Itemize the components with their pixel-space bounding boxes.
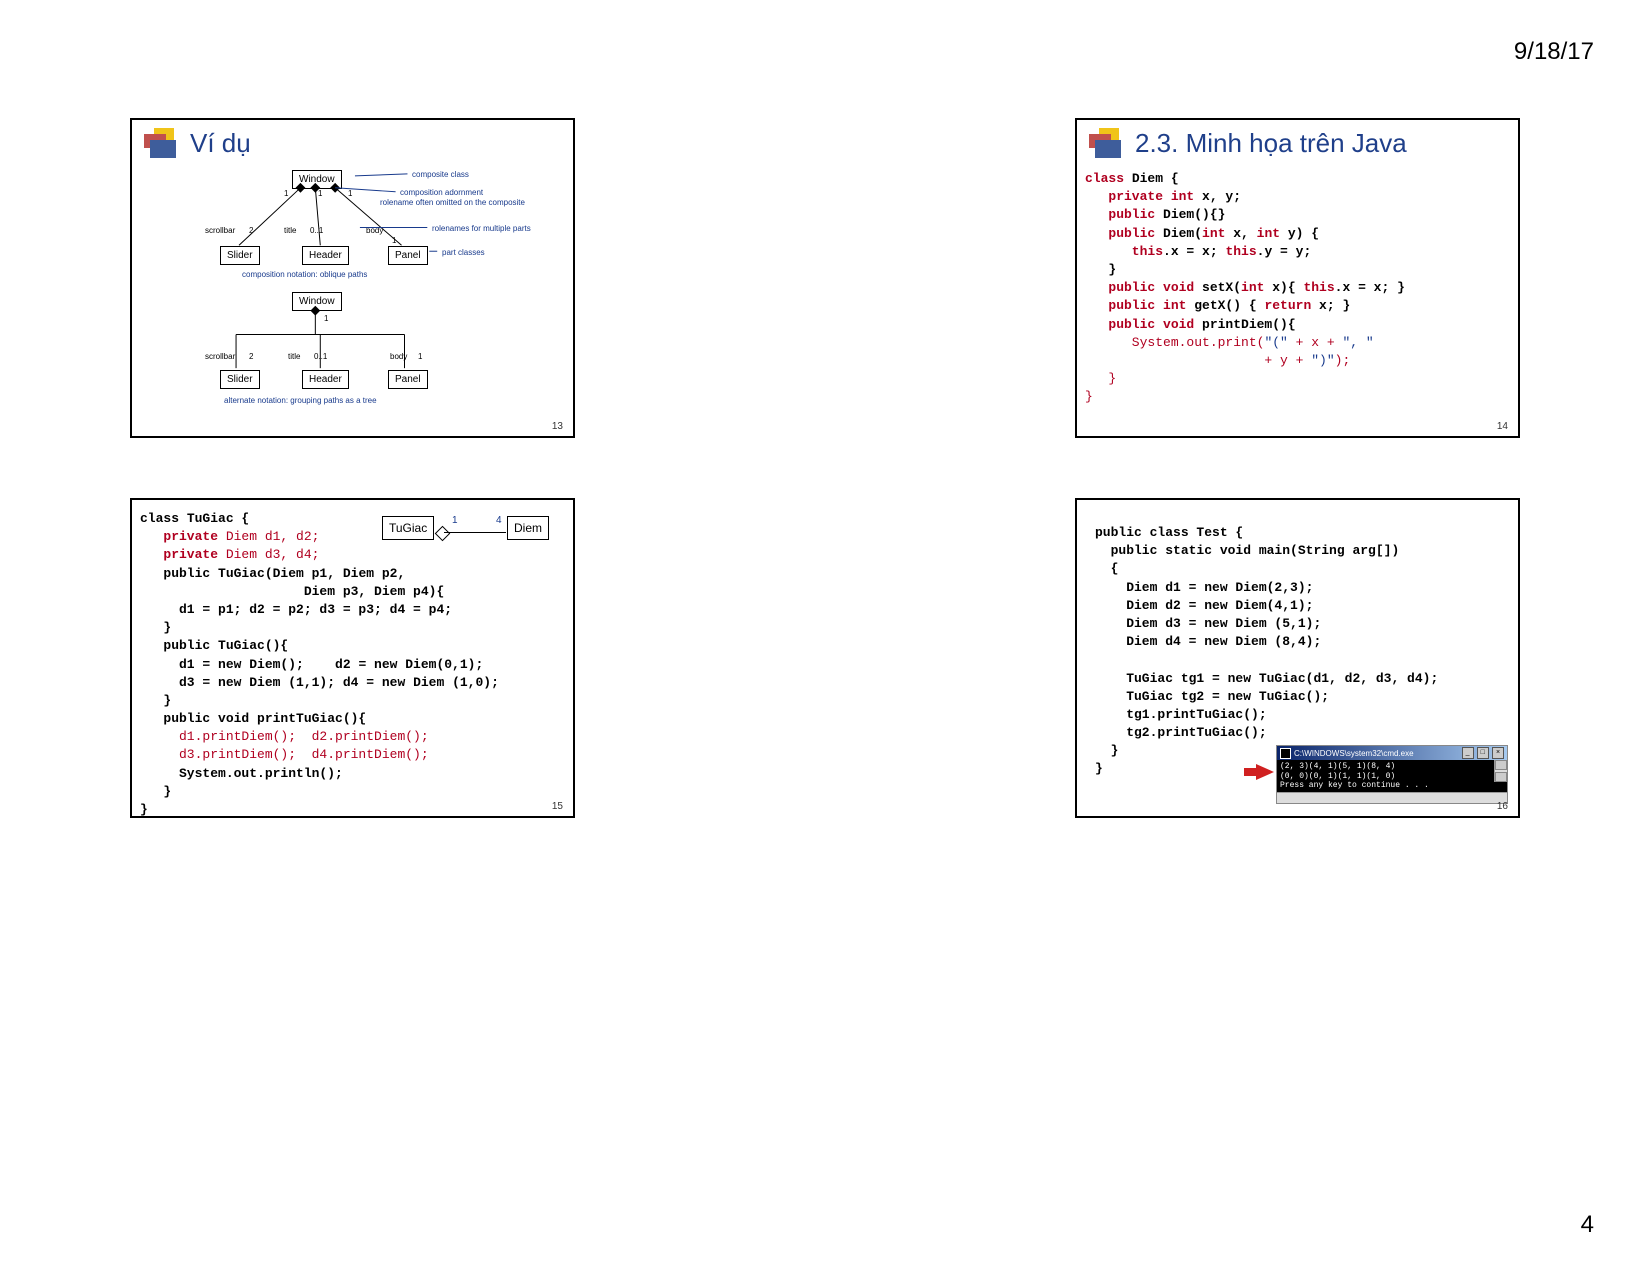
- minimize-icon[interactable]: _: [1462, 747, 1474, 759]
- uml-tugiac-diem: TuGiac 1 4 Diem: [382, 516, 557, 548]
- uml-diagram: Window Slider Header Panel scrollbar 2 t…: [132, 166, 573, 436]
- composition-diamond-icon: [435, 526, 451, 542]
- window-buttons: _ □ ×: [1461, 747, 1504, 759]
- role-body-1: body: [366, 226, 383, 235]
- role-title-2: title: [288, 352, 300, 361]
- uml-panel-1: Panel: [388, 246, 428, 265]
- uml-slider-2: Slider: [220, 370, 260, 389]
- cmd-titlebar: C:\WINDOWS\system32\cmd.exe _ □ ×: [1277, 746, 1507, 760]
- mult-01-2: 0..1: [314, 352, 327, 361]
- arrow-red-icon: [1256, 764, 1274, 780]
- mult-1-2: 1: [418, 352, 422, 361]
- slide-13: Ví dụ Window Slider Header Panel scrollb…: [130, 118, 575, 438]
- uml-panel-2: Panel: [388, 370, 428, 389]
- slide-13-title-bar: Ví dụ: [132, 120, 573, 166]
- assoc-line-icon: [444, 532, 506, 533]
- role-scrollbar-1: scrollbar: [205, 226, 235, 235]
- cmd-icon: [1280, 748, 1291, 759]
- close-icon[interactable]: ×: [1492, 747, 1504, 759]
- role-body-2: body: [390, 352, 407, 361]
- title-motif-icon: [144, 128, 180, 158]
- slide-13-title: Ví dụ: [190, 128, 251, 159]
- uml-window-bottom: Window: [292, 292, 342, 311]
- mult-2-2: 2: [249, 352, 253, 361]
- mult-1: 1: [452, 515, 458, 526]
- cmd-output: (2, 3)(4, 1)(5, 1)(8, 4) (0, 0)(0, 1)(1,…: [1277, 760, 1507, 792]
- lbl-comp-adornment: composition adornment: [400, 188, 483, 197]
- slide-14-number: 14: [1497, 421, 1508, 432]
- slide-16-number: 16: [1497, 801, 1508, 812]
- mult-2-1: 2: [249, 226, 253, 235]
- mult-1-1: 1: [392, 236, 396, 245]
- uml-header-1: Header: [302, 246, 349, 265]
- slide-14-title: 2.3. Minh họa trên Java: [1135, 128, 1407, 159]
- cmd-title: C:\WINDOWS\system32\cmd.exe: [1294, 749, 1414, 758]
- mult-1a: 1: [284, 189, 288, 198]
- slide-13-number: 13: [552, 421, 563, 432]
- slide-15: TuGiac 1 4 Diem class TuGiac { private D…: [130, 498, 575, 818]
- uml-tugiac-box: TuGiac: [382, 516, 434, 540]
- lbl-rolenames-omitted: rolename often omitted on the composite: [380, 198, 525, 207]
- page-number: 4: [1581, 1211, 1594, 1239]
- mult-01-1: 0..1: [310, 226, 323, 235]
- slide-14-title-bar: 2.3. Minh họa trên Java: [1077, 120, 1518, 166]
- caption-tree: alternate notation: grouping paths as a …: [224, 396, 377, 405]
- caption-oblique: composition notation: oblique paths: [242, 270, 367, 279]
- slide-15-code: class TuGiac { private Diem d1, d2; priv…: [132, 506, 573, 818]
- slide-15-number: 15: [552, 801, 563, 812]
- uml-slider-1: Slider: [220, 246, 260, 265]
- mult-1d: 1: [324, 314, 328, 323]
- uml-header-2: Header: [302, 370, 349, 389]
- lbl-rolenames-multi: rolenames for multiple parts: [432, 224, 531, 233]
- role-scrollbar-2: scrollbar: [205, 352, 235, 361]
- uml-window-top: Window: [292, 170, 342, 189]
- scrollbar-vertical[interactable]: [1494, 760, 1507, 782]
- lbl-part-classes: part classes: [442, 248, 485, 257]
- uml-diem-box: Diem: [507, 516, 549, 540]
- mult-1c: 1: [348, 189, 352, 198]
- mult-4: 4: [496, 515, 502, 526]
- role-title-1: title: [284, 226, 296, 235]
- slide-14: 2.3. Minh họa trên Java class Diem { pri…: [1075, 118, 1520, 438]
- cmd-window: C:\WINDOWS\system32\cmd.exe _ □ × (2, 3)…: [1276, 745, 1508, 804]
- slide-16-code: public class Test { public static void m…: [1077, 520, 1518, 779]
- scrollbar-horizontal[interactable]: [1277, 792, 1507, 803]
- title-motif-icon: [1089, 128, 1125, 158]
- page-date: 9/18/17: [1514, 38, 1594, 66]
- mult-1b: 1: [318, 189, 322, 198]
- slide-handout-grid: Ví dụ Window Slider Header Panel scrollb…: [130, 118, 1520, 818]
- maximize-icon[interactable]: □: [1477, 747, 1489, 759]
- slide-16: public class Test { public static void m…: [1075, 498, 1520, 818]
- slide-14-code: class Diem { private int x, y; public Di…: [1077, 166, 1518, 406]
- lbl-composite-class: composite class: [412, 170, 469, 179]
